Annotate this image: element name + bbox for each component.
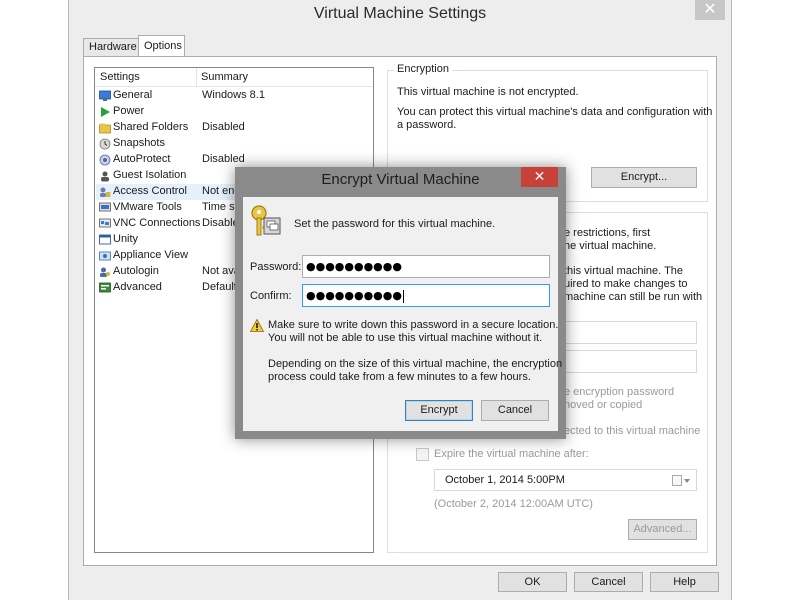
warning-line1: Make sure to write down this password in… (268, 319, 559, 331)
encrypt-open-button[interactable]: Encrypt... (591, 167, 697, 188)
autologin-icon (100, 267, 110, 277)
list-header: Settings Summary (95, 68, 373, 87)
dialog-close-button[interactable]: ✕ (521, 167, 558, 187)
list-item-label: Autologin (113, 265, 159, 277)
expire-date-value: October 1, 2014 5:00PM (445, 474, 565, 486)
window-close-button[interactable]: ✕ (695, 0, 725, 20)
expire-date-picker[interactable]: October 1, 2014 5:00PM (434, 469, 697, 491)
monitor-icon (99, 90, 111, 101)
info-line1: Depending on the size of this virtual ma… (268, 358, 563, 370)
guest-isolation-icon (101, 171, 109, 182)
list-item-summary: Disabled (202, 153, 245, 165)
power-play-icon (101, 107, 110, 117)
encryption-status: This virtual machine is not encrypted. (397, 86, 579, 98)
title-bar: Virtual Machine Settings ✕ (69, 0, 731, 30)
confirm-input[interactable]: ●●●●●●●●●● (302, 284, 550, 307)
dialog-cancel-button[interactable]: Cancel (481, 400, 549, 421)
list-item-summary: Disabled (202, 121, 245, 133)
list-item-label: VMware Tools (113, 201, 182, 213)
warning-icon (250, 319, 264, 332)
restrictions-confirm-field[interactable] (564, 350, 697, 373)
restrictions-password-field[interactable] (564, 321, 697, 344)
ok-button[interactable]: OK (498, 572, 567, 592)
list-item-label: General (113, 89, 153, 101)
column-header-settings[interactable]: Settings (100, 71, 140, 83)
encrypt-dialog: Encrypt Virtual Machine ✕ Set the passwo… (235, 167, 566, 439)
access-control-icon (100, 187, 111, 197)
dialog-prompt: Set the password for this virtual machin… (294, 218, 496, 230)
restrictions-text-fragment: he virtual machine. (564, 240, 657, 252)
tab-options[interactable]: Options (138, 35, 185, 57)
info-line2: process could take from a few minutes to… (268, 371, 531, 383)
dialog-body: Set the password for this virtual machin… (243, 197, 562, 431)
list-item-general[interactable]: General Windows 8.1 (96, 88, 372, 104)
list-item-label: VNC Connections (113, 217, 201, 229)
encryption-group-title: Encryption (394, 63, 452, 75)
restrictions-text-fragment: uired to make changes to (564, 278, 688, 290)
folder-icon (99, 123, 111, 134)
snapshot-icon (99, 138, 111, 150)
restrictions-text-fragment: e encryption password (564, 386, 675, 398)
encryption-key-icon (251, 205, 281, 236)
list-item-label: Unity (113, 233, 139, 245)
restrictions-text-fragment: this virtual machine. The (564, 265, 684, 277)
list-item-shared-folders[interactable]: Shared Folders Disabled (96, 120, 372, 136)
list-item-label: Advanced (113, 281, 162, 293)
advanced-button[interactable]: Advanced... (628, 519, 697, 540)
password-masked-value: ●●●●●●●●●● (306, 260, 402, 273)
list-item-label: AutoProtect (113, 153, 171, 165)
restrictions-text-fragment: noved or copied (564, 399, 643, 411)
encryption-description-line2: a password. (397, 119, 457, 131)
password-input[interactable]: ●●●●●●●●●● (302, 255, 550, 278)
vnc-icon (99, 218, 111, 228)
column-divider[interactable] (196, 68, 197, 87)
list-item-power[interactable]: Power (96, 104, 372, 120)
list-item-label: Access Control (113, 185, 187, 197)
restrictions-text-fragment: machine can still be run with (564, 291, 703, 303)
cancel-button[interactable]: Cancel (574, 572, 643, 592)
list-item-autoprotect[interactable]: AutoProtect Disabled (96, 152, 372, 168)
list-item-label: Power (113, 105, 145, 117)
confirm-label: Confirm: (250, 290, 292, 302)
dialog-encrypt-button[interactable]: Encrypt (405, 400, 473, 421)
column-header-summary[interactable]: Summary (201, 71, 248, 83)
tab-hardware[interactable]: Hardware (83, 38, 139, 56)
encryption-description-line1: You can protect this virtual machine's d… (397, 106, 713, 118)
help-button[interactable]: Help (650, 572, 719, 592)
list-item-label: Guest Isolation (113, 169, 187, 181)
advanced-icon (99, 282, 111, 293)
restrictions-text-fragment: ected to this virtual machine (564, 425, 701, 437)
calendar-dropdown-icon[interactable] (672, 475, 692, 487)
restrictions-text-fragment: e restrictions, first (564, 227, 651, 239)
list-item-label: Appliance View (113, 249, 189, 261)
expire-checkbox[interactable] (416, 448, 429, 461)
autoprotect-icon (99, 154, 111, 166)
dialog-title: Encrypt Virtual Machine (321, 171, 480, 188)
list-item-label: Shared Folders (113, 121, 189, 133)
expire-utc-text: (October 2, 2014 12:00AM UTC) (434, 498, 593, 510)
warning-line2: You will not be able to use this virtual… (268, 332, 543, 344)
expire-label: Expire the virtual machine after: (434, 448, 589, 460)
password-label: Password: (250, 261, 302, 273)
appliance-view-icon (99, 251, 111, 261)
window-title: Virtual Machine Settings (313, 5, 487, 22)
list-item-label: Snapshots (113, 137, 165, 149)
list-item-summary: Windows 8.1 (202, 89, 265, 101)
confirm-masked-value: ●●●●●●●●●● (306, 289, 402, 302)
list-item-snapshots[interactable]: Snapshots (96, 136, 372, 152)
vmware-tools-icon (99, 202, 111, 212)
text-caret (402, 289, 404, 303)
unity-icon (99, 234, 111, 245)
